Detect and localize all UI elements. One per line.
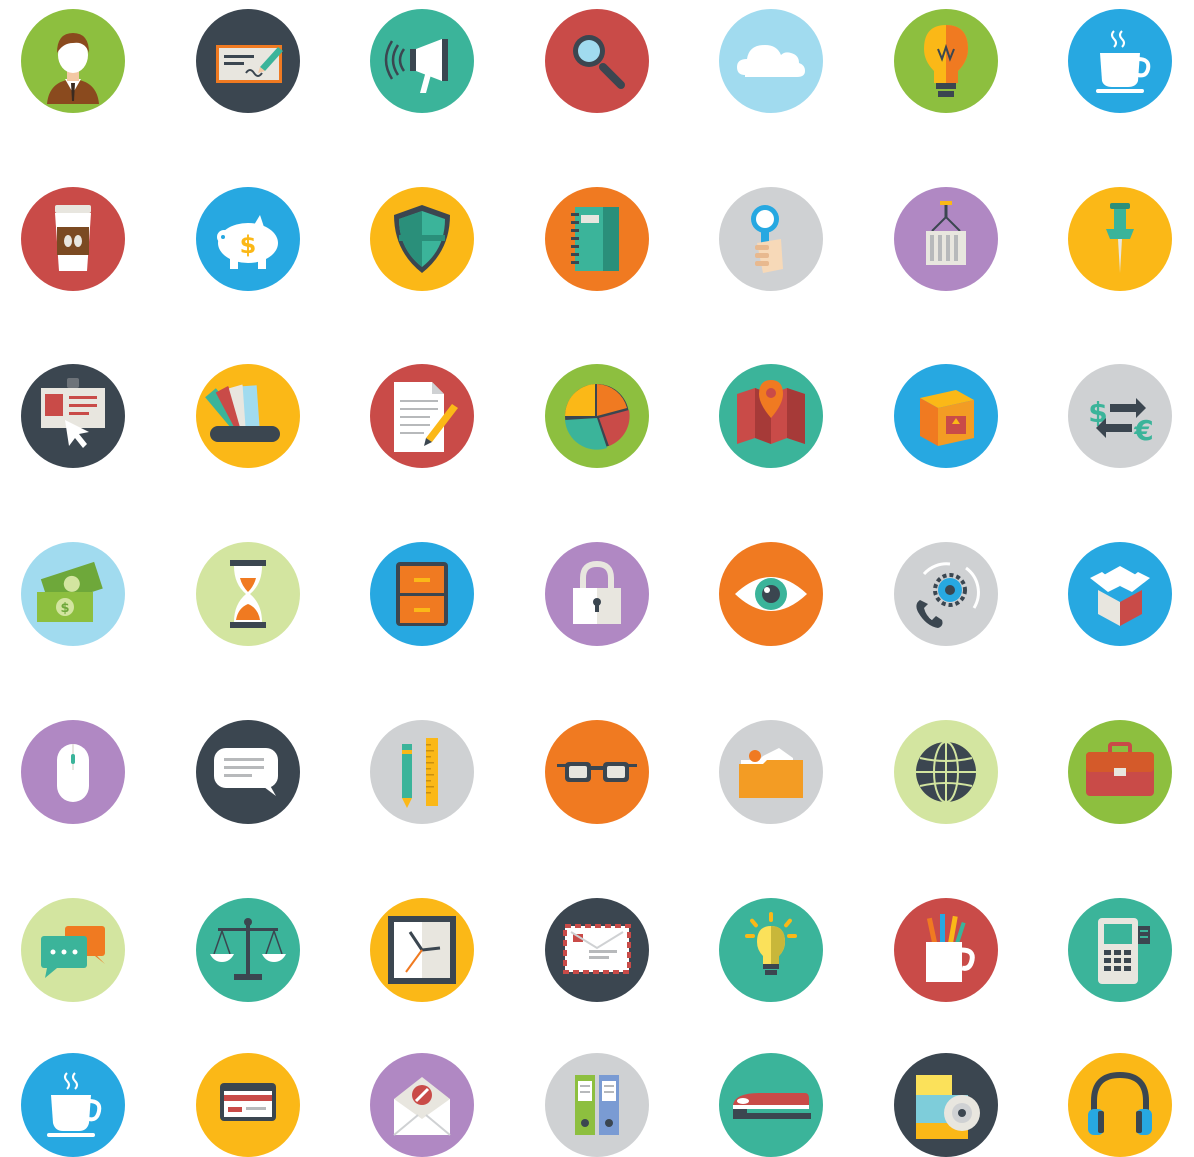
briefcase-icon xyxy=(1068,720,1172,824)
notebook-icon xyxy=(545,187,649,291)
mail-blocked-icon xyxy=(370,1053,474,1157)
coffee-cup-icon xyxy=(1068,9,1172,113)
package-box-icon xyxy=(894,364,998,468)
icon-grid: $ $ € $ xyxy=(0,0,1194,1157)
headphones-icon xyxy=(1068,1053,1172,1157)
wall-clock-icon xyxy=(370,898,474,1002)
binders-icon xyxy=(545,1053,649,1157)
open-box-icon xyxy=(1068,542,1172,646)
stapler-icon xyxy=(719,1053,823,1157)
pencil-cup-icon xyxy=(894,898,998,1002)
chat-bubbles-icon xyxy=(21,898,125,1002)
scales-icon xyxy=(196,898,300,1002)
pie-chart-icon xyxy=(545,364,649,468)
phone-fax-icon xyxy=(1068,898,1172,1002)
speech-bubble-icon xyxy=(196,720,300,824)
magnifier-icon xyxy=(545,9,649,113)
cloud-icon xyxy=(719,9,823,113)
idea-bulb-icon xyxy=(719,898,823,1002)
map-pin-icon xyxy=(719,364,823,468)
id-badge-click-icon xyxy=(21,364,125,468)
cargo-container-icon xyxy=(894,187,998,291)
light-bulb-icon xyxy=(894,9,998,113)
takeaway-coffee-icon xyxy=(21,187,125,291)
glasses-icon xyxy=(545,720,649,824)
svg-text:$: $ xyxy=(240,231,257,259)
shield-icon xyxy=(370,187,474,291)
credit-card-icon xyxy=(196,1053,300,1157)
pen-ruler-icon xyxy=(370,720,474,824)
signed-check-icon xyxy=(196,9,300,113)
computer-mouse-icon xyxy=(21,720,125,824)
hot-cup-icon xyxy=(21,1053,125,1157)
svg-text:$: $ xyxy=(60,601,69,616)
software-box-cd-icon xyxy=(894,1053,998,1157)
hourglass-icon xyxy=(196,542,300,646)
businessman-icon xyxy=(21,9,125,113)
push-pin-icon xyxy=(1068,187,1172,291)
piggy-bank-icon: $ xyxy=(196,187,300,291)
globe-icon xyxy=(894,720,998,824)
hand-magnifier-icon xyxy=(719,187,823,291)
filing-cabinet-icon xyxy=(370,542,474,646)
document-pencil-icon xyxy=(370,364,474,468)
svg-text:€: € xyxy=(1133,414,1153,447)
padlock-icon xyxy=(545,542,649,646)
phone-gear-icon xyxy=(894,542,998,646)
megaphone-icon xyxy=(370,9,474,113)
color-swatches-icon xyxy=(196,364,300,468)
currency-exchange-icon: $ € xyxy=(1068,364,1172,468)
banknotes-icon: $ xyxy=(21,542,125,646)
folder-icon xyxy=(719,720,823,824)
eye-icon xyxy=(719,542,823,646)
airmail-envelope-icon xyxy=(545,898,649,1002)
